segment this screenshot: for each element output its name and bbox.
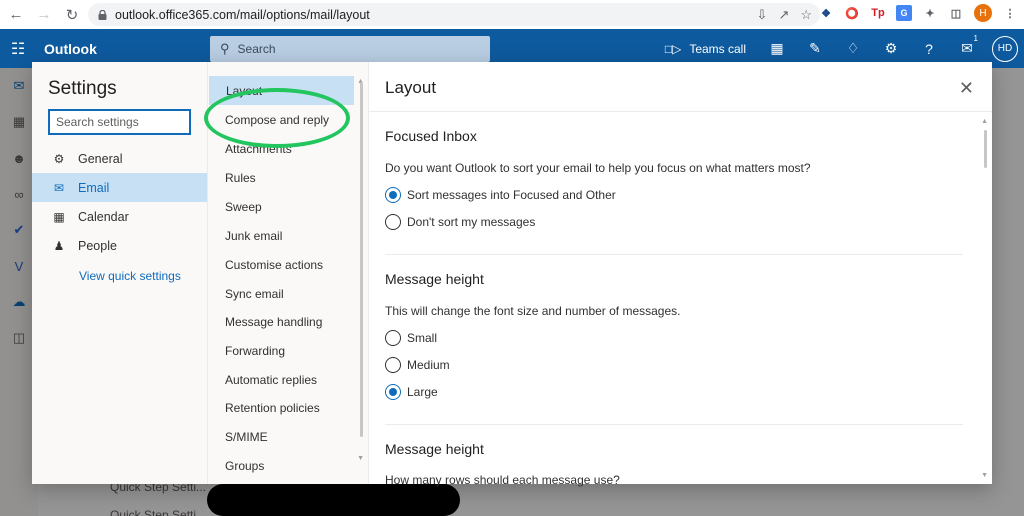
message-rows-question: How many rows should each message use? xyxy=(385,473,620,487)
category-label: Calendar xyxy=(78,209,129,224)
extension-tp-icon[interactable]: Tp xyxy=(870,5,886,21)
teams-call-label: Teams call xyxy=(689,41,746,56)
subcategory-sweep[interactable]: Sweep xyxy=(208,192,358,221)
mail-search-placeholder: Search xyxy=(237,42,276,56)
help-icon[interactable]: ? xyxy=(910,41,948,57)
megaphone-icon[interactable]: ✉ 1 xyxy=(948,34,986,57)
back-arrow-icon[interactable]: ← xyxy=(4,3,28,27)
browser-menu-icon[interactable]: ⋮ xyxy=(1002,5,1018,21)
gear-icon: ⚙ xyxy=(53,151,65,166)
message-height-title: Message height xyxy=(385,271,484,287)
url-text: outlook.office365.com/mail/options/mail/… xyxy=(115,7,370,22)
lock-icon xyxy=(98,9,107,20)
settings-title: Settings xyxy=(48,78,117,99)
pane-title: Layout xyxy=(385,78,437,97)
message-height-question: This will change the font size and numbe… xyxy=(385,304,681,318)
subcategory-sync-email[interactable]: Sync email xyxy=(208,279,358,308)
radio-label: Medium xyxy=(407,358,450,372)
annotation-circle xyxy=(204,88,350,148)
subcategory-groups[interactable]: Groups xyxy=(208,451,358,480)
subcategory-forwarding[interactable]: Forwarding xyxy=(208,336,358,365)
category-label: People xyxy=(78,238,117,253)
view-quick-settings-link[interactable]: View quick settings xyxy=(79,269,181,283)
calendar-icon: ▦ xyxy=(53,209,65,224)
settings-search-input[interactable] xyxy=(48,109,191,135)
search-icon: ⚲ xyxy=(220,41,230,56)
scroll-down-arrow-icon[interactable]: ▼ xyxy=(357,455,364,462)
extension-translate-icon[interactable]: G xyxy=(896,5,912,21)
radio-checked[interactable] xyxy=(385,384,401,400)
category-people[interactable]: ♟ People xyxy=(32,231,207,260)
radio-label: Small xyxy=(407,331,438,345)
layout-settings-pane: Layout ✕ Focused Inbox Do you want Outlo… xyxy=(368,62,992,487)
extension-opera-icon[interactable]: ⭕ xyxy=(844,5,860,21)
teams-call-button[interactable]: □▷ Teams call xyxy=(665,42,746,56)
forward-arrow-icon[interactable]: → xyxy=(32,3,56,27)
reload-icon[interactable]: ↻ xyxy=(60,3,84,27)
radio-unchecked[interactable] xyxy=(385,357,401,373)
gear-icon[interactable]: ⚙ xyxy=(872,40,910,57)
settings-dialog: Settings ⚙ General ✉ Email ▦ Calendar ♟ … xyxy=(32,62,992,487)
redaction-bar xyxy=(207,484,460,516)
share-icon[interactable]: ↗ xyxy=(778,7,789,23)
profile-avatar[interactable]: H xyxy=(974,4,992,22)
scroll-up-arrow-icon[interactable]: ▲ xyxy=(981,118,988,125)
height-option-small[interactable]: Small xyxy=(385,330,437,346)
subcategory-smime[interactable]: S/MIME xyxy=(208,422,358,451)
section-divider xyxy=(385,424,963,425)
radio-checked[interactable] xyxy=(385,187,401,203)
focused-inbox-question: Do you want Outlook to sort your email t… xyxy=(385,161,811,175)
category-general[interactable]: ⚙ General xyxy=(32,144,207,173)
subcategory-retention-policies[interactable]: Retention policies xyxy=(208,393,358,422)
category-label: Email xyxy=(78,180,110,195)
radio-unchecked[interactable] xyxy=(385,330,401,346)
radio-unchecked[interactable] xyxy=(385,214,401,230)
category-label: General xyxy=(78,151,123,166)
extension-shield-icon[interactable]: ❖ xyxy=(818,5,834,21)
radio-label: Don't sort my messages xyxy=(407,215,536,229)
header-divider xyxy=(369,111,992,112)
address-bar[interactable]: outlook.office365.com/mail/options/mail/… xyxy=(88,3,820,26)
extensions-puzzle-icon[interactable]: ✦ xyxy=(922,5,938,21)
people-icon: ♟ xyxy=(53,238,65,253)
subcategory-rules[interactable]: Rules xyxy=(208,163,358,192)
app-name[interactable]: Outlook xyxy=(44,41,97,57)
my-day-icon[interactable]: ✎ xyxy=(796,40,834,57)
radio-label: Large xyxy=(407,385,438,399)
radio-label: Sort messages into Focused and Other xyxy=(407,188,616,202)
subcategory-automatic-replies[interactable]: Automatic replies xyxy=(208,365,358,394)
sidebar-panel-icon[interactable]: ◫ xyxy=(948,5,964,21)
subcategories-scrollbar[interactable] xyxy=(360,82,363,437)
mail-search-input[interactable]: ⚲ Search xyxy=(210,36,490,62)
star-icon[interactable]: ☆ xyxy=(800,7,812,23)
layout-pane-scrollbar[interactable] xyxy=(984,130,987,168)
install-icon[interactable]: ⇩ xyxy=(757,7,768,23)
subcategory-junk-email[interactable]: Junk email xyxy=(208,221,358,250)
message-rows-title: Message height xyxy=(385,441,484,457)
teams-icon[interactable]: ▦ xyxy=(758,40,796,57)
focused-option-sort[interactable]: Sort messages into Focused and Other xyxy=(385,187,616,203)
section-divider xyxy=(385,254,963,255)
notification-badge: 1 xyxy=(973,34,978,43)
browser-toolbar: ← → ↻ outlook.office365.com/mail/options… xyxy=(0,0,1024,29)
scroll-down-arrow-icon[interactable]: ▼ xyxy=(981,472,988,479)
mail-icon: ✉ xyxy=(53,180,65,195)
bell-icon[interactable]: ♢ xyxy=(834,40,872,57)
video-camera-icon: □▷ xyxy=(664,41,682,56)
close-icon[interactable]: ✕ xyxy=(959,78,974,99)
subcategory-customise-actions[interactable]: Customise actions xyxy=(208,250,358,279)
app-launcher-icon[interactable]: ☷ xyxy=(0,29,36,68)
user-avatar[interactable]: HD xyxy=(992,35,1018,62)
category-calendar[interactable]: ▦ Calendar xyxy=(32,202,207,231)
category-email[interactable]: ✉ Email xyxy=(32,173,207,202)
focused-inbox-title: Focused Inbox xyxy=(385,128,477,144)
height-option-medium[interactable]: Medium xyxy=(385,357,450,373)
height-option-large[interactable]: Large xyxy=(385,384,438,400)
focused-option-dont-sort[interactable]: Don't sort my messages xyxy=(385,214,535,230)
subcategory-message-handling[interactable]: Message handling xyxy=(208,307,358,336)
settings-categories-pane: Settings ⚙ General ✉ Email ▦ Calendar ♟ … xyxy=(32,62,207,484)
